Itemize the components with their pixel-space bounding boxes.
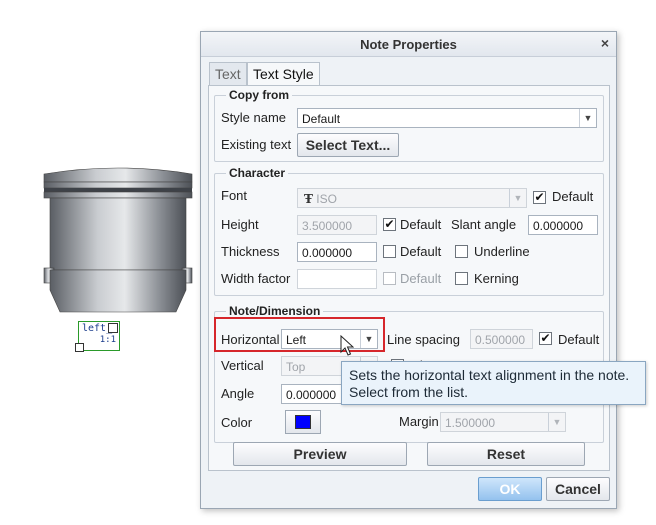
angle-label: Angle [221, 386, 255, 401]
width-default-checkbox[interactable] [383, 272, 396, 285]
underline-label: Underline [474, 244, 530, 259]
height-default-label: Default [400, 217, 442, 232]
select-text-button[interactable]: Select Text... [297, 133, 399, 157]
copy-from-legend: Copy from [226, 88, 292, 102]
width-default-label: Default [400, 271, 442, 286]
character-legend: Character [226, 166, 289, 180]
margin-select[interactable]: 1.500000 ▼ [440, 412, 566, 432]
note-drag-handle[interactable] [108, 323, 118, 333]
font-value: ISO [316, 192, 337, 206]
font-label: Font [221, 188, 248, 203]
tab-text[interactable]: Text [209, 62, 247, 85]
line-spacing-label: Line spacing [387, 332, 460, 347]
chevron-down-icon[interactable]: ▼ [579, 109, 596, 127]
vertical-value: Top [286, 360, 306, 374]
kerning-label: Kerning [474, 271, 519, 286]
font-select[interactable]: Ŧ ISO ▼ [297, 188, 527, 208]
width-factor-label: Width factor [221, 271, 291, 286]
ok-button[interactable]: OK [478, 477, 542, 501]
kerning-checkbox[interactable] [455, 272, 468, 285]
copy-from-group: Copy from Style name Default ▼ Existing … [214, 88, 604, 162]
tab-text-style[interactable]: Text Style [247, 62, 320, 86]
margin-value: 1.500000 [445, 416, 496, 430]
line-spacing-input[interactable]: 0.500000 [470, 329, 533, 349]
thickness-label: Thickness [221, 244, 280, 259]
color-picker-button[interactable] [285, 410, 321, 434]
style-name-label: Style name [221, 110, 287, 125]
tooltip-line-2: Select from the list. [349, 384, 469, 400]
color-label: Color [221, 415, 253, 430]
thickness-input[interactable]: 0.000000 [297, 242, 377, 262]
slant-angle-input[interactable]: 0.000000 [528, 215, 598, 235]
note-annotation[interactable]: left_ 1:1 [75, 321, 120, 352]
height-input[interactable]: 3.500000 [297, 215, 377, 235]
chevron-down-icon[interactable]: ▼ [548, 413, 565, 431]
font-default-checkbox[interactable]: ✔ [533, 191, 546, 204]
slant-angle-label: Slant angle [451, 217, 517, 232]
thickness-default-checkbox[interactable] [383, 245, 396, 258]
note-anchor-handle[interactable] [75, 343, 84, 352]
style-name-value: Default [302, 112, 341, 126]
height-label: Height [221, 217, 259, 232]
reset-button[interactable]: Reset [427, 442, 585, 466]
line-spacing-default-checkbox[interactable]: ✔ [539, 332, 552, 345]
font-type-icon: Ŧ [304, 192, 313, 206]
style-name-select[interactable]: Default ▼ [297, 108, 597, 128]
horizontal-tooltip: Sets the horizontal text alignment in th… [341, 361, 646, 405]
existing-text-label: Existing text [221, 137, 292, 152]
character-group: Character Font Ŧ ISO ▼ ✔ Default Height … [214, 166, 604, 296]
mouse-pointer-icon [340, 335, 354, 356]
chevron-down-icon[interactable]: ▼ [509, 189, 526, 207]
tooltip-line-1: Sets the horizontal text alignment in th… [349, 367, 630, 383]
dialog-titlebar[interactable]: Note Properties × [201, 32, 616, 57]
thickness-default-label: Default [400, 244, 442, 259]
width-factor-input[interactable] [297, 269, 377, 289]
line-spacing-default-label: Default [558, 332, 600, 347]
margin-label: Margin [399, 414, 439, 429]
horizontal-highlight-box [214, 317, 385, 352]
cancel-button[interactable]: Cancel [546, 477, 610, 501]
underline-checkbox[interactable] [455, 245, 468, 258]
color-swatch [295, 415, 311, 429]
preview-button[interactable]: Preview [233, 442, 407, 466]
close-icon[interactable]: × [601, 35, 609, 51]
dialog-title: Note Properties [360, 37, 457, 52]
font-default-label: Default [552, 189, 594, 204]
note-properties-dialog: Note Properties × Text Text Style Copy f… [200, 31, 617, 509]
text-style-panel: Copy from Style name Default ▼ Existing … [208, 85, 610, 471]
note-dimension-legend: Note/Dimension [226, 304, 324, 318]
vertical-label: Vertical [221, 358, 264, 373]
note-annotation-scale: 1:1 [99, 335, 116, 345]
height-default-checkbox[interactable]: ✔ [383, 218, 396, 231]
